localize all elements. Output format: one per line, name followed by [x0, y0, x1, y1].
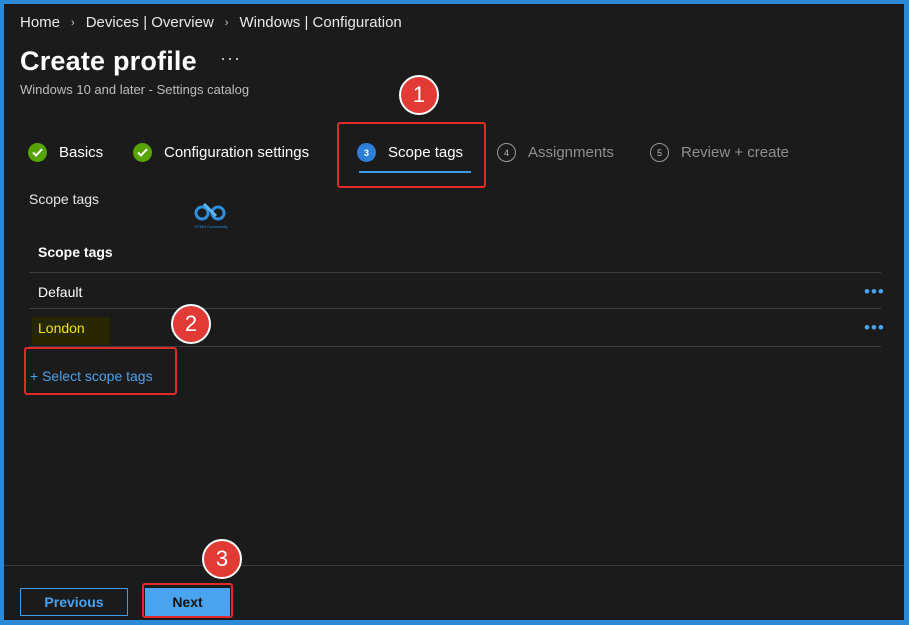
- divider: [29, 308, 881, 309]
- highlight-box-next-button: [142, 583, 233, 618]
- checkmark-icon: [28, 143, 47, 162]
- previous-button[interactable]: Previous: [20, 588, 128, 616]
- checkmark-icon: [133, 143, 152, 162]
- community-logo: HTMD Community: [190, 195, 232, 231]
- tab-review-create-label: Review + create: [681, 144, 789, 161]
- tab-assignments-label: Assignments: [528, 144, 614, 161]
- chevron-right-icon: ›: [71, 16, 75, 29]
- tab-basics[interactable]: Basics: [28, 143, 103, 162]
- highlight-box-scope-tags-tab: [337, 122, 486, 188]
- tab-review-create[interactable]: 5 Review + create: [650, 143, 789, 162]
- page-subtitle: Windows 10 and later - Settings catalog: [20, 82, 250, 97]
- callout-marker-1: 1: [399, 75, 439, 115]
- divider: [29, 272, 881, 273]
- footer-divider: [4, 565, 904, 566]
- table-row-default: Default: [38, 284, 83, 300]
- row-more-icon[interactable]: •••: [864, 318, 885, 338]
- logo-text: HTMD Community: [195, 224, 228, 229]
- callout-marker-3: 3: [202, 539, 242, 579]
- chevron-right-icon: ›: [224, 16, 229, 29]
- row-more-icon[interactable]: •••: [864, 282, 885, 302]
- scope-tags-column-header: Scope tags: [38, 244, 113, 260]
- select-scope-tags-link[interactable]: + Select scope tags: [30, 368, 153, 384]
- breadcrumb-home[interactable]: Home: [20, 14, 60, 31]
- step-number-badge: 5: [650, 143, 669, 162]
- tab-configuration-settings-label: Configuration settings: [164, 144, 310, 161]
- breadcrumb: Home › Devices | Overview › Windows | Co…: [20, 14, 402, 31]
- tab-basics-label: Basics: [59, 144, 104, 161]
- tab-assignments[interactable]: 4 Assignments: [497, 143, 614, 162]
- more-options-icon[interactable]: ···: [220, 48, 241, 69]
- breadcrumb-devices-overview[interactable]: Devices | Overview: [86, 14, 214, 31]
- step-number-badge: 4: [497, 143, 516, 162]
- table-row-london: London: [38, 320, 85, 336]
- tab-configuration-settings[interactable]: Configuration settings: [133, 143, 309, 162]
- page-title: Create profile: [20, 46, 197, 76]
- callout-marker-2: 2: [171, 304, 211, 344]
- scope-tags-section-label: Scope tags: [29, 191, 100, 207]
- breadcrumb-windows-configuration[interactable]: Windows | Configuration: [239, 14, 401, 31]
- create-profile-page: Home › Devices | Overview › Windows | Co…: [4, 4, 904, 620]
